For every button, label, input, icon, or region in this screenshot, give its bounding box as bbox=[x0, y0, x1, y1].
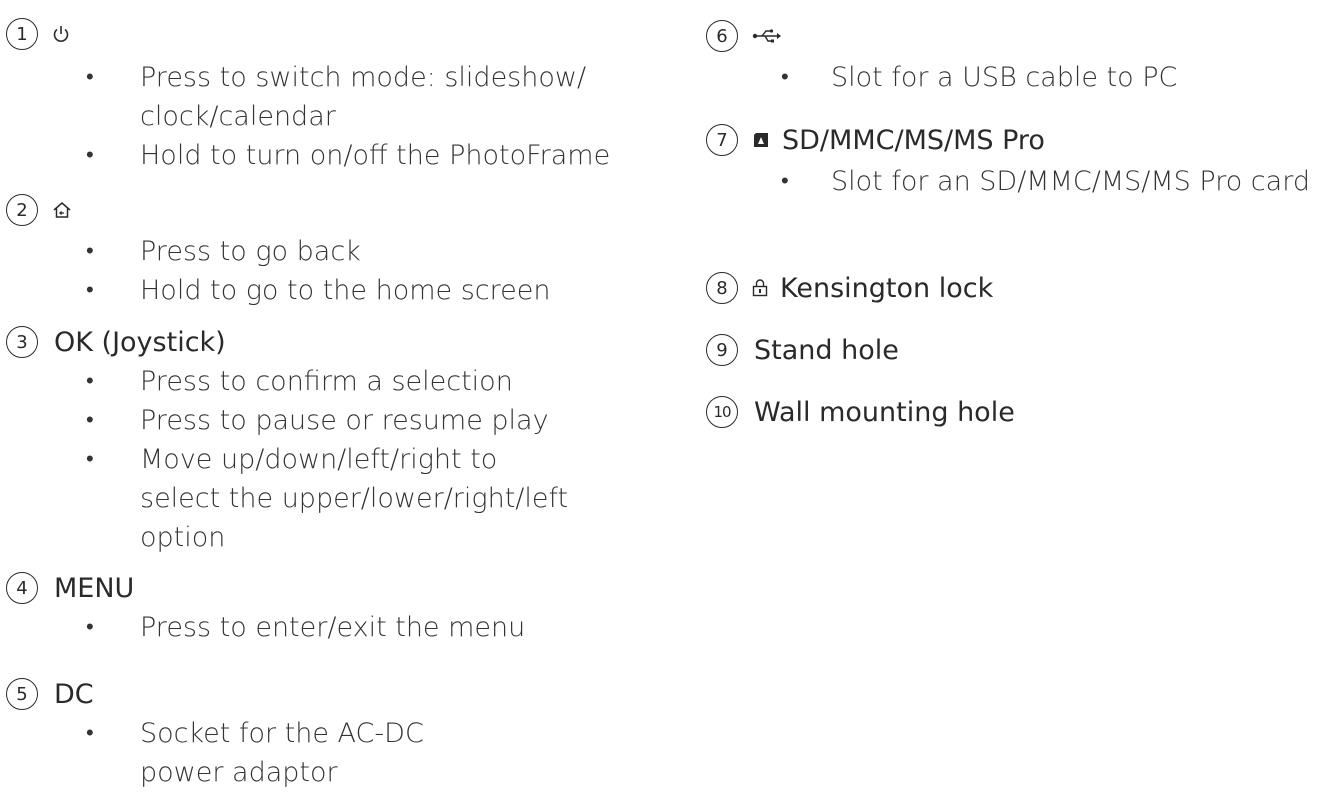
item-header: 8 Kensington lock bbox=[706, 268, 1339, 308]
item-header: 9 Stand hole bbox=[706, 330, 1339, 370]
item-label: SD/MMC/MS/MS Pro bbox=[782, 124, 1045, 156]
bullet-item: Slot for a USB cable to PC bbox=[706, 58, 1339, 97]
item-10: 10 Wall mounting hole bbox=[706, 392, 1339, 432]
item-6: 6 Slot for a USB cable to PC bbox=[706, 16, 1339, 97]
usb-icon bbox=[752, 28, 782, 44]
bullet-item: Press to go back bbox=[6, 232, 666, 271]
bullet-item: Press to pause or resume play bbox=[6, 401, 666, 440]
item-header: 2 bbox=[6, 190, 666, 230]
item-number: 10 bbox=[706, 396, 738, 428]
item-header: 3 OK (Joystick) bbox=[6, 322, 666, 362]
item-label: Stand hole bbox=[754, 334, 899, 366]
item-label: Kensington lock bbox=[780, 272, 994, 304]
bullet-list: Press to enter/exit the menu bbox=[6, 608, 666, 647]
power-icon bbox=[52, 24, 70, 44]
bullet-list: Press to switch mode: slideshow/ clock/c… bbox=[6, 58, 666, 175]
lock-icon bbox=[752, 279, 768, 297]
item-5: 5 DC Socket for the AC-DC power adaptor bbox=[6, 674, 666, 792]
item-number: 4 bbox=[6, 572, 38, 604]
item-header: 1 bbox=[6, 14, 666, 54]
item-2: 2 Press to go back Hold to go to the hom… bbox=[6, 190, 666, 310]
bullet-list: Slot for a USB cable to PC bbox=[706, 58, 1339, 97]
item-7: 7 SD/MMC/MS/MS Pro Slot for an SD/MMC/MS… bbox=[706, 120, 1339, 201]
item-1: 1 Press to switch mode: slideshow/ clock… bbox=[6, 14, 666, 175]
item-3: 3 OK (Joystick) Press to confirm a selec… bbox=[6, 322, 666, 557]
item-label: Wall mounting hole bbox=[754, 396, 1015, 428]
item-number: 7 bbox=[706, 124, 738, 156]
item-label: MENU bbox=[54, 572, 135, 604]
item-header: 5 DC bbox=[6, 674, 666, 714]
item-number: 1 bbox=[6, 18, 38, 50]
bullet-item: Press to confirm a selection bbox=[6, 362, 666, 401]
item-number: 9 bbox=[706, 334, 738, 366]
bullet-item: Hold to turn on/off the PhotoFrame bbox=[6, 136, 666, 175]
bullet-list: Slot for an SD/MMC/MS/MS Pro card bbox=[706, 162, 1339, 201]
item-header: 10 Wall mounting hole bbox=[706, 392, 1339, 432]
bullet-item: Slot for an SD/MMC/MS/MS Pro card bbox=[706, 162, 1339, 201]
bullet-list: Press to go back Hold to go to the home … bbox=[6, 232, 666, 310]
bullet-item: Socket for the AC-DC power adaptor bbox=[6, 714, 500, 792]
bullet-list: Press to confirm a selection Press to pa… bbox=[6, 362, 666, 557]
sd-card-icon bbox=[752, 132, 770, 148]
item-4: 4 MENU Press to enter/exit the menu bbox=[6, 568, 666, 647]
bullet-item: Move up/down/left/right to select the up… bbox=[6, 440, 570, 557]
item-header: 6 bbox=[706, 16, 1339, 56]
item-label: DC bbox=[54, 678, 94, 710]
bullet-list: Socket for the AC-DC power adaptor bbox=[6, 714, 666, 792]
item-label: OK (Joystick) bbox=[54, 326, 226, 358]
item-number: 8 bbox=[706, 272, 738, 304]
bullet-item: Press to switch mode: slideshow/ clock/c… bbox=[6, 58, 666, 136]
item-9: 9 Stand hole bbox=[706, 330, 1339, 370]
item-header: 4 MENU bbox=[6, 568, 666, 608]
bullet-item: Hold to go to the home screen bbox=[6, 271, 666, 310]
item-number: 2 bbox=[6, 194, 38, 226]
item-number: 6 bbox=[706, 20, 738, 52]
item-8: 8 Kensington lock bbox=[706, 268, 1339, 308]
item-header: 7 SD/MMC/MS/MS Pro bbox=[706, 120, 1339, 160]
bullet-item: Press to enter/exit the menu bbox=[6, 608, 666, 647]
home-back-icon bbox=[52, 200, 72, 220]
item-number: 3 bbox=[6, 326, 38, 358]
item-number: 5 bbox=[6, 678, 38, 710]
manual-page: 1 Press to switch mode: slideshow/ clock… bbox=[0, 0, 1339, 796]
